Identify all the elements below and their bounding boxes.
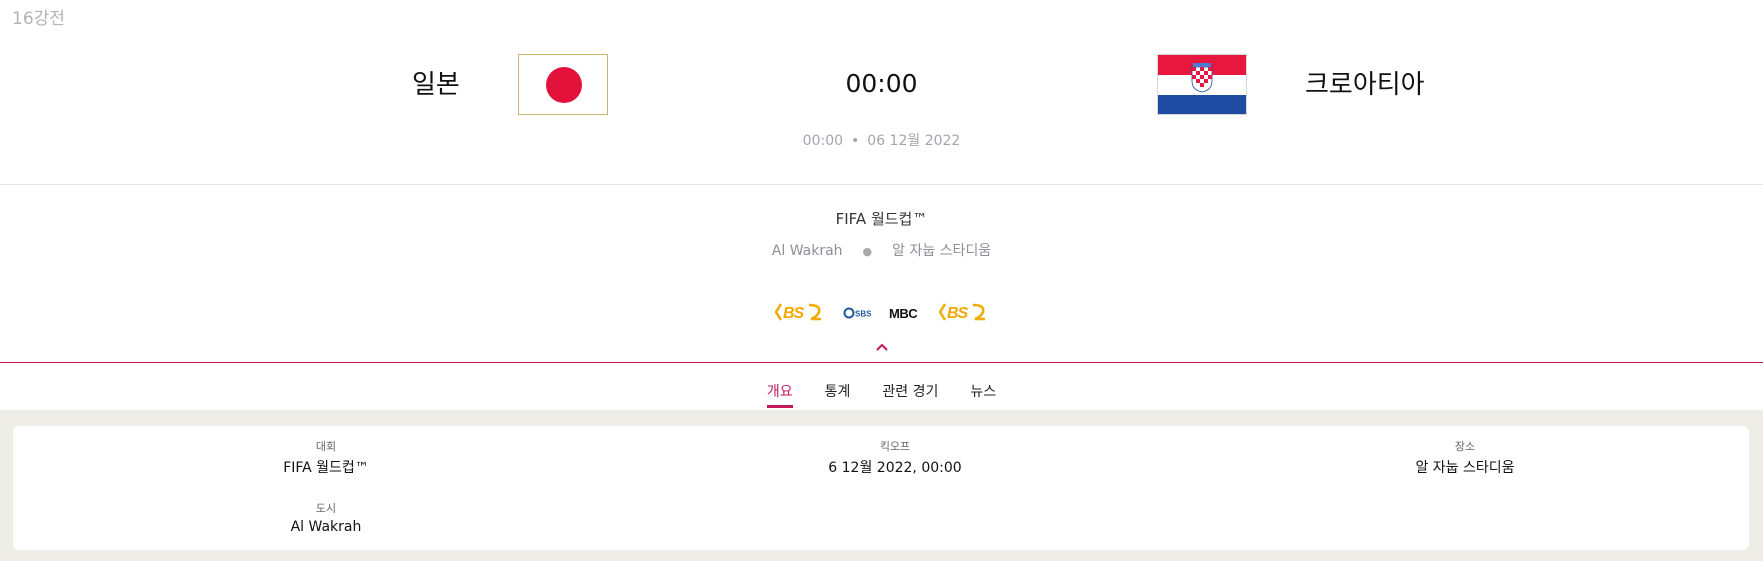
venue-line: Al Wakrah ● 알 자눕 스타디움 bbox=[0, 240, 1763, 260]
tab-stats[interactable]: 통계 bbox=[825, 363, 851, 410]
info-value: Al Wakrah bbox=[290, 519, 362, 535]
broadcaster-list: BS SBS MBC BS bbox=[0, 301, 1763, 328]
info-competition: 대회 FIFA 월드컵™ bbox=[126, 438, 526, 477]
away-team-name[interactable]: 크로아티아 bbox=[1305, 64, 1425, 101]
info-kickoff: 킥오프 6 12월 2022, 00:00 bbox=[695, 438, 1095, 477]
croatia-shield-icon bbox=[1191, 63, 1213, 93]
info-label: 장소 bbox=[1454, 440, 1476, 453]
kickoff-time: 00:00 bbox=[802, 133, 844, 149]
city-name: Al Wakrah bbox=[771, 243, 843, 259]
kbs2-logo-icon: BS bbox=[938, 301, 989, 328]
mbc-logo-graphic: MBC bbox=[889, 306, 919, 321]
info-value: FIFA 월드컵™ bbox=[283, 460, 369, 476]
svg-text:SBS: SBS bbox=[855, 310, 871, 319]
sbs-logo-graphic: SBS bbox=[843, 307, 872, 319]
kbs2-logo-graphic: BS bbox=[938, 303, 985, 322]
info-value: 알 자눕 스타디움 bbox=[1415, 460, 1515, 476]
match-info-card: 대회 FIFA 월드컵™ 킥오프 6 12월 2022, 00:00 장소 알 … bbox=[13, 426, 1749, 550]
info-value: 6 12월 2022, 00:00 bbox=[828, 460, 962, 476]
croatia-flag-icon[interactable] bbox=[1157, 54, 1247, 115]
kbs2-logo-graphic: BS bbox=[774, 303, 821, 322]
info-label: 킥오프 bbox=[879, 440, 911, 453]
tab-news[interactable]: 뉴스 bbox=[970, 363, 996, 410]
match-tabs: 개요 통계 관련 경기 뉴스 bbox=[0, 363, 1763, 410]
match-header: 일본 00:00 00:00 • 06 12월 2022 크로아티아 bbox=[0, 0, 1763, 185]
svg-text:BS: BS bbox=[783, 305, 805, 322]
tab-overview[interactable]: 개요 bbox=[766, 363, 793, 410]
info-label: 대회 bbox=[315, 440, 337, 453]
svg-text:MBC: MBC bbox=[889, 306, 918, 320]
mbc-logo-icon: MBC bbox=[889, 306, 921, 323]
svg-text:BS: BS bbox=[947, 305, 969, 322]
stadium-name: 알 자눕 스타디움 bbox=[892, 243, 992, 259]
kickoff-separator: • bbox=[851, 133, 860, 149]
sbs-logo-icon: SBS bbox=[843, 306, 872, 323]
venue-separator: ● bbox=[862, 245, 873, 258]
tab-related-matches[interactable]: 관련 경기 bbox=[882, 363, 938, 410]
competition-name[interactable]: FIFA 월드컵™ bbox=[0, 208, 1763, 229]
kbs2-logo-icon: BS bbox=[774, 301, 825, 328]
kickoff-date: 06 12월 2022 bbox=[867, 133, 961, 149]
info-city: 도시 Al Wakrah bbox=[126, 500, 526, 535]
match-score: 00:00 bbox=[845, 69, 918, 98]
kickoff-line: 00:00 • 06 12월 2022 bbox=[0, 130, 1763, 150]
info-venue: 장소 알 자눕 스타디움 bbox=[1265, 438, 1665, 477]
info-label: 도시 bbox=[315, 502, 337, 515]
flag-stripe-blue bbox=[1158, 95, 1246, 114]
chevron-up-icon[interactable] bbox=[872, 340, 892, 354]
